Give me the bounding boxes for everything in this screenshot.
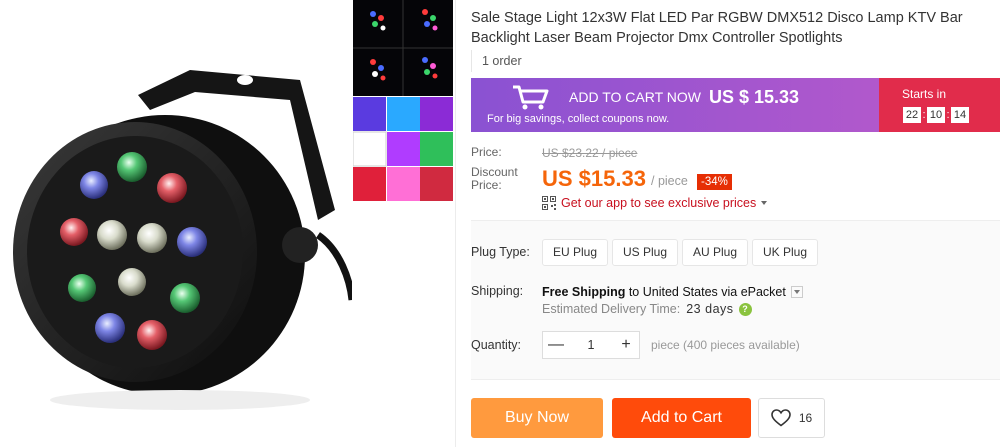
question-icon[interactable]: ? xyxy=(738,302,752,316)
discount-price: US $15.33 xyxy=(542,166,646,191)
plug-option-au[interactable]: AU Plug xyxy=(682,239,749,266)
stage-light-image xyxy=(13,70,356,410)
plug-option-uk[interactable]: UK Plug xyxy=(752,239,819,266)
product-title: Sale Stage Light 12x3W Flat LED Par RGBW… xyxy=(471,10,963,46)
quantity-increase-button[interactable]: + xyxy=(613,332,639,358)
promo-add-to-cart-banner[interactable]: ADD TO CART NOW US $ 15.33 For big savin… xyxy=(471,78,879,132)
wishlist-button[interactable]: 16 xyxy=(758,398,825,438)
quantity-input[interactable]: 1 xyxy=(569,332,613,358)
qr-code-icon xyxy=(542,196,556,210)
quantity-availability: piece (400 pieces available) xyxy=(651,338,800,352)
plug-option-eu[interactable]: EU Plug xyxy=(542,239,609,266)
discount-price-label: Discount Price: xyxy=(471,165,518,192)
countdown-timer: 22 : 10 : 14 xyxy=(903,107,969,123)
buy-now-button[interactable]: Buy Now xyxy=(471,398,603,438)
timer-hours: 22 xyxy=(903,107,921,123)
chevron-down-icon xyxy=(761,201,768,205)
free-shipping-text: Free Shipping xyxy=(542,285,626,299)
thumbnail-grid[interactable] xyxy=(352,0,453,201)
quantity-stepper: — 1 + xyxy=(542,331,640,359)
add-to-cart-button[interactable]: Add to Cart xyxy=(612,398,751,438)
estimated-delivery: Estimated Delivery Time: 23 days ? xyxy=(542,302,752,316)
promo-add-to-cart-label: ADD TO CART NOW xyxy=(569,89,701,105)
product-main-image[interactable] xyxy=(0,0,356,447)
estimated-delivery-label: Estimated Delivery Time: xyxy=(542,302,681,316)
plug-type-label: Plug Type: xyxy=(471,245,530,259)
chevron-down-icon[interactable] xyxy=(790,286,803,298)
app-link-text: Get our app to see exclusive prices xyxy=(561,196,757,210)
shipping-destination: to United States via ePacket xyxy=(628,285,786,299)
cart-icon xyxy=(513,85,549,110)
shipping-method[interactable]: Free Shipping to United States via ePack… xyxy=(542,285,803,299)
estimated-delivery-days: 23 days xyxy=(686,302,734,316)
price-label: Price: xyxy=(471,145,502,159)
timer-minutes: 10 xyxy=(927,107,945,123)
price-unit: / piece xyxy=(651,174,688,188)
order-count: 1 order xyxy=(471,50,522,72)
quantity-label: Quantity: xyxy=(471,338,522,352)
promo-subtext: For big savings, collect coupons now. xyxy=(487,113,670,125)
starts-in-label: Starts in xyxy=(902,87,947,101)
heart-icon xyxy=(771,409,791,427)
countdown-panel: Starts in 22 : 10 : 14 xyxy=(879,78,1000,132)
discount-badge: -34% xyxy=(697,174,732,190)
shipping-label: Shipping: xyxy=(471,284,524,298)
quantity-decrease-button[interactable]: — xyxy=(543,332,569,358)
thumbnail-gallery xyxy=(352,0,453,201)
product-info-panel: Sale Stage Light 12x3W Flat LED Par RGBW… xyxy=(471,0,1000,447)
plug-option-us[interactable]: US Plug xyxy=(612,239,679,266)
original-price: US $23.22 / piece xyxy=(542,146,638,160)
divider xyxy=(455,0,456,447)
timer-seconds: 14 xyxy=(951,107,969,123)
promo-banner: ADD TO CART NOW US $ 15.33 For big savin… xyxy=(471,78,1000,132)
app-exclusive-link[interactable]: Get our app to see exclusive prices xyxy=(542,196,768,210)
wishlist-count: 16 xyxy=(798,411,813,425)
promo-price: US $ 15.33 xyxy=(709,87,800,107)
